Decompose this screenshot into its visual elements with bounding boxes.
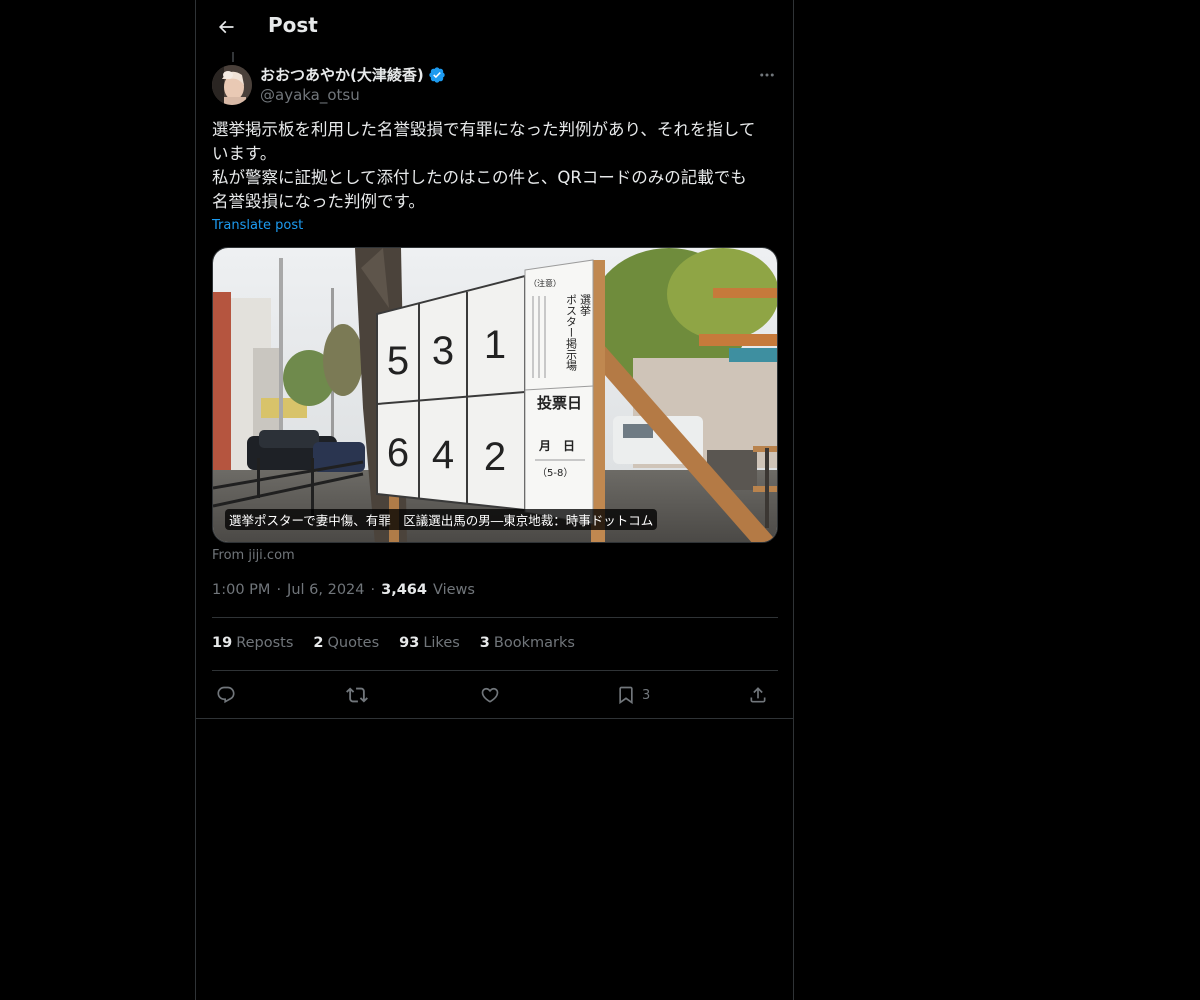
like-button[interactable]: [480, 682, 500, 708]
translate-post-link[interactable]: Translate post: [212, 218, 303, 233]
bookmark-icon: [619, 686, 633, 705]
action-bar: 3: [212, 682, 778, 708]
share-button[interactable]: [748, 682, 768, 708]
quotes-label: Quotes: [327, 635, 380, 651]
more-options-button[interactable]: [755, 64, 779, 86]
reply-button[interactable]: [216, 682, 236, 708]
quotes-stat[interactable]: 2 Quotes: [313, 635, 379, 651]
section-bottom-border: [196, 718, 793, 719]
page-title: Post: [268, 13, 318, 37]
likes-label: Likes: [423, 635, 460, 651]
sign-title: ポスター掲示場: [565, 294, 578, 372]
author-name-row: おおつあやか(大津綾香): [260, 64, 446, 85]
back-button[interactable]: [208, 9, 244, 45]
bookmark-count: 3: [642, 687, 651, 703]
sign-month-day: 月 日: [538, 439, 575, 453]
bookmarks-count: 3: [479, 635, 490, 651]
bookmarks-stat[interactable]: 3 Bookmarks: [480, 635, 575, 651]
likes-count: 93: [399, 635, 420, 651]
board-number: 3: [432, 329, 454, 373]
sign-notice: （注意）: [529, 278, 561, 288]
avatar[interactable]: [212, 65, 252, 105]
post-text-line: います。: [212, 144, 277, 163]
post-date[interactable]: Jul 6, 2024: [287, 582, 364, 598]
share-icon: [750, 687, 766, 703]
bookmarks-label: Bookmarks: [493, 635, 575, 651]
verified-badge-icon: [429, 66, 445, 83]
board-number: 4: [432, 433, 454, 477]
reply-icon: [217, 686, 235, 704]
sign-header: 選挙: [579, 294, 592, 316]
board-number: 5: [387, 339, 409, 383]
divider: [212, 670, 778, 671]
reposts-count: 19: [212, 635, 233, 651]
meta-separator: ·: [370, 582, 376, 598]
post-text-line: 選挙掲示板を利用した名誉毀損で有罪になった判例があり、それを指して: [212, 120, 756, 139]
views-label: Views: [432, 582, 475, 598]
sign-vote-day: 投票日: [537, 394, 582, 412]
meta-separator: ·: [276, 582, 282, 598]
divider: [212, 617, 778, 618]
thread-connector-line: [232, 52, 234, 62]
link-preview-card[interactable]: 5 3 1 6 4 2 （注意） 選挙 ポスター掲示場 投票日 月 日 （5-8…: [212, 247, 778, 543]
post-text-line: 名誉毀損になった判例です。: [212, 192, 425, 211]
card-source[interactable]: From jiji.com: [212, 548, 295, 563]
arrow-left-icon: [218, 20, 234, 34]
views-count: 3,464: [381, 582, 427, 598]
post-text-line: 私が警察に証拠として添付したのはこの件と、QRコードのみの記載でも: [212, 168, 747, 187]
engagement-stats: 19 Reposts 2 Quotes 93 Likes 3 Bookmarks: [212, 635, 575, 651]
repost-button[interactable]: [346, 682, 368, 708]
post-detail-column: Post おおつあやか(大津綾香) @ayaka_otsu 選挙掲示板を利用した…: [195, 0, 794, 1000]
board-number: 6: [387, 431, 409, 475]
card-caption: 選挙ポスターで妻中傷、有罪 区議選出馬の男―東京地裁：時事ドットコム: [225, 509, 658, 530]
heart-icon: [481, 687, 499, 703]
post-text: 選挙掲示板を利用した名誉毀損で有罪になった判例があり、それを指して います。 私…: [212, 118, 778, 214]
card-image: 5 3 1 6 4 2 （注意） 選挙 ポスター掲示場 投票日 月 日 （5-8…: [213, 248, 777, 542]
board-number: 1: [484, 323, 506, 367]
reposts-label: Reposts: [236, 635, 294, 651]
bookmark-button[interactable]: 3: [616, 682, 650, 708]
author-display-name[interactable]: おおつあやか(大津綾香): [260, 64, 424, 85]
repost-icon: [346, 687, 368, 703]
post-header: Post: [196, 0, 793, 54]
author-handle[interactable]: @ayaka_otsu: [260, 86, 360, 104]
reposts-stat[interactable]: 19 Reposts: [212, 635, 293, 651]
quotes-count: 2: [313, 635, 324, 651]
post-time[interactable]: 1:00 PM: [212, 582, 270, 598]
likes-stat[interactable]: 93 Likes: [399, 635, 460, 651]
more-horizontal-icon: [760, 73, 774, 77]
board-number: 2: [484, 435, 506, 479]
post-meta: 1:00 PM · Jul 6, 2024 · 3,464 Views: [212, 582, 475, 598]
sign-range: （5-8）: [537, 467, 573, 479]
